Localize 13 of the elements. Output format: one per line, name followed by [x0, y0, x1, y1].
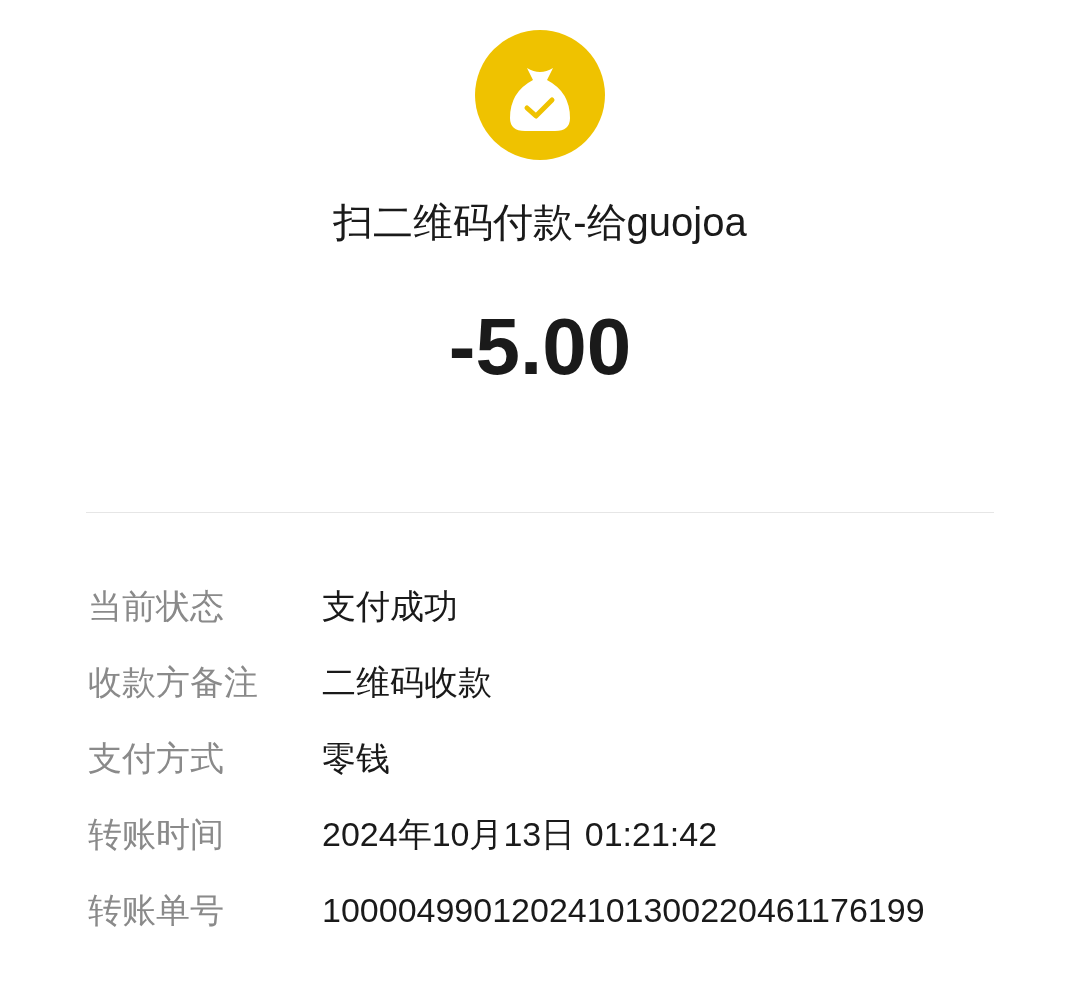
money-bag-icon	[475, 30, 605, 160]
detail-value: 2024年10月13日 01:21:42	[322, 813, 718, 855]
detail-label: 转账时间	[88, 813, 225, 855]
detail-value: 零钱	[322, 737, 390, 779]
detail-label: 当前状态	[88, 585, 225, 627]
detail-value: 10000499012024101300220461176199	[322, 889, 925, 931]
payment-title: 扫二维码付款-给guojoa	[333, 199, 747, 246]
detail-value: 支付成功	[322, 585, 458, 627]
detail-value: 二维码收款	[322, 661, 492, 703]
amount: -5.00	[448, 302, 632, 392]
detail-label: 收款方备注	[88, 661, 259, 703]
detail-label: 支付方式	[88, 737, 225, 779]
detail-label: 转账单号	[88, 889, 225, 931]
